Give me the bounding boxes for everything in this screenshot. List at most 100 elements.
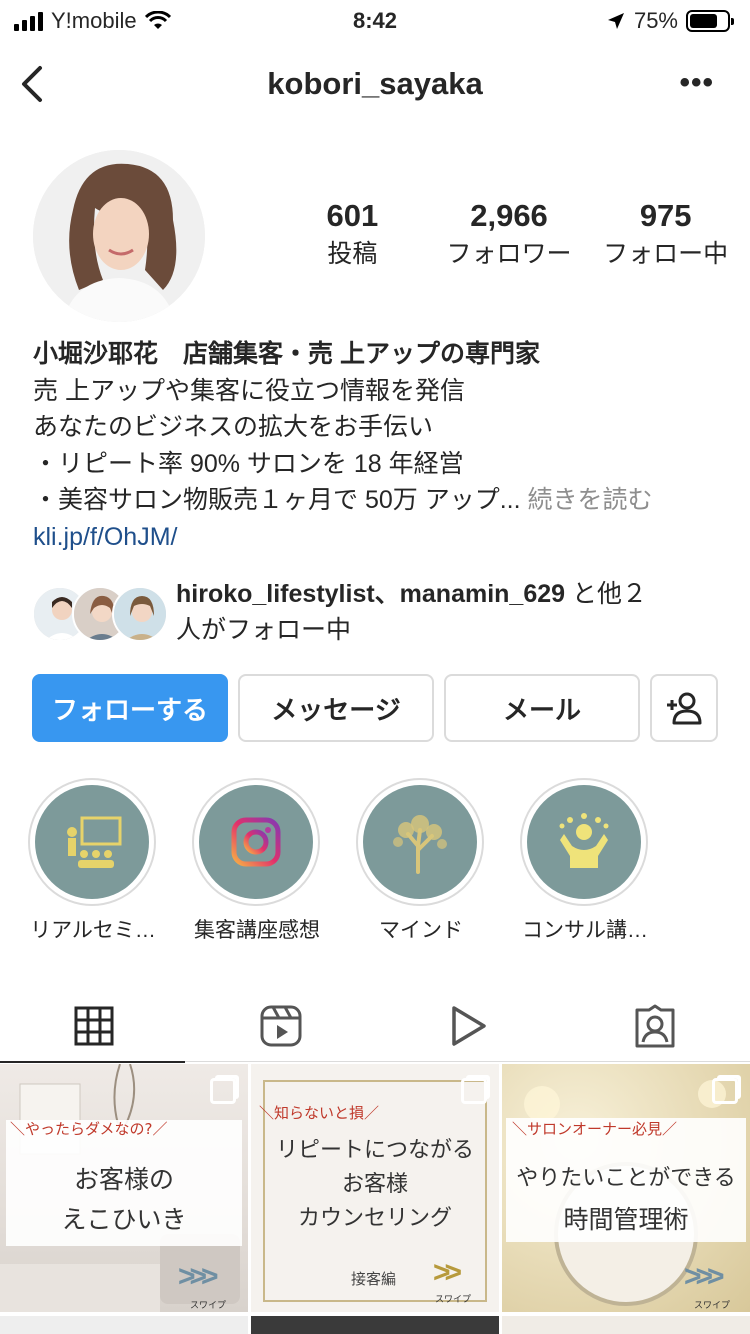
follow-button[interactable]: フォローする [32,674,228,742]
carousel-icon [712,1078,738,1104]
post-title: リピートにつながる [275,1138,474,1163]
mail-button[interactable]: メール [444,674,640,742]
highlight-ring [28,778,156,906]
highlight-label: コンサル講… [522,919,648,942]
swipe-label: スワイプ [435,1294,472,1304]
story-highlights: リアルセミ… 集客講座感想 マインド コンサル講… [28,778,750,948]
avatar[interactable] [33,150,205,322]
highlight-label: リアルセミ… [30,919,156,942]
stat-following-count: 975 [639,198,692,233]
bio-line: ・美容サロン物販売１ヶ月で 50万 アップ... [33,486,521,514]
swipe-arrows-icon: >>> [178,1260,218,1293]
reels-icon [260,1005,301,1047]
followed-by-rest: と他２ [565,580,647,608]
post-thumbnail-partial[interactable] [0,1316,248,1334]
more-options-icon[interactable]: ••• [679,66,714,100]
post-thumbnail-partial[interactable] [502,1316,750,1334]
post-caption-card: ＼サロンオーナー必見／ やりたいことができる 時間管理術 [506,1118,746,1242]
add-person-icon [667,692,702,725]
swipe-label: スワイプ [190,1300,227,1310]
highlight-item[interactable]: コンサル講… [520,778,650,944]
post-thumbnail-partial[interactable] [251,1316,499,1334]
message-button[interactable]: メッセージ [238,674,434,742]
bio-line: ・リピート率 90% サロンを 18 年経営 [33,449,464,478]
post-title: 時間管理術 [563,1205,689,1234]
post-tag: ＼知らないと損／ [259,1104,380,1122]
profile-link[interactable]: kli.jp/f/OhJM/ [33,519,733,556]
post-title: お客様 [341,1172,408,1197]
location-arrow-icon [607,13,624,29]
highlight-cover [35,785,149,899]
bio-line: 売 上アップや集客に役立つ情報を発信 [33,376,465,405]
bio-line: あなたのビジネスの拡大をお手伝い [33,413,434,441]
stat-posts[interactable]: 601 投稿 [274,196,431,272]
battery-percent: 75% [633,8,678,33]
highlight-item[interactable]: リアルセミ… [28,778,158,944]
swipe-arrows-icon: >> [433,1256,462,1289]
celebrate-icon [559,813,609,868]
profile-stats: 601 投稿 2,966 フォロワー 975 フォロー中 [274,196,744,272]
profile-name: 小堀沙耶花 店舗集客・売 上アップの専門家 [33,340,540,368]
highlight-cover [527,785,641,899]
status-right: 75% [606,8,734,34]
post-title: やりたいことができる [516,1166,736,1191]
highlight-label: マインド [379,919,463,942]
post-tag: ＼サロンオーナー必見／ [512,1120,678,1138]
instagram-icon [231,817,281,867]
profile-header: kobori_sayaka ••• [0,52,750,116]
tab-reels[interactable] [187,990,374,1062]
page-title: kobori_sayaka [267,66,483,101]
post-title: お客様の [73,1165,174,1194]
suggest-users-button[interactable] [650,674,718,742]
tab-videos[interactable] [374,990,561,1062]
status-bar: Y!mobile 8:42 75% [0,0,750,42]
profile-bio: 小堀沙耶花 店舗集客・売 上アップの専門家 売 上アップや集客に役立つ情報を発信… [33,336,733,555]
followed-by-users: hiroko_lifestylist、manamin_629 [176,580,566,608]
highlight-ring [192,778,320,906]
post-thumbnail[interactable]: ＼サロンオーナー必見／ やりたいことができる 時間管理術 >>> スワイプ [502,1064,750,1312]
stat-followers-label: フォロワー [446,240,572,268]
highlight-cover [199,785,313,899]
avatar [112,586,168,642]
battery-icon [686,10,734,32]
post-caption-card: リピートにつながる お客様 カウンセリング [265,1134,485,1236]
carousel-icon [461,1078,487,1104]
stat-followers-count: 2,966 [470,198,548,233]
highlight-cover [363,785,477,899]
followed-by-text: hiroko_lifestylist、manamin_629 と他２ 人がフォロ… [176,576,736,648]
profile-actions: フォローする メッセージ メール [32,674,718,742]
stat-posts-label: 投稿 [327,240,378,268]
read-more-link[interactable]: 続きを読む [521,486,652,514]
video-icon [451,1006,486,1046]
posts-grid: ＼やったらダメなの?／ お客様の えこひいき >>> スワイプ ＼知らないと損／… [0,1064,750,1334]
seminar-icon [67,816,122,868]
post-subtitle: 接客編 [351,1270,397,1288]
post-tag: ＼やったらダメなの?／ [10,1120,168,1138]
post-thumbnail[interactable]: ＼知らないと損／ リピートにつながる お客様 カウンセリング 接客編 >> スワ… [251,1064,499,1312]
post-title: えこひいき [61,1205,187,1234]
post-thumbnail[interactable]: ＼やったらダメなの?／ お客様の えこひいき >>> スワイプ [0,1064,248,1312]
post-caption-card: ＼やったらダメなの?／ お客様の えこひいき [6,1120,242,1246]
tab-tagged[interactable] [561,990,748,1062]
followed-by[interactable]: hiroko_lifestylist、manamin_629 と他２ 人がフォロ… [32,576,732,648]
highlight-item[interactable]: マインド [356,778,486,944]
post-title: カウンセリング [297,1206,452,1231]
follower-avatars [32,586,168,642]
followed-by-rest: 人がフォロー中 [176,616,352,644]
highlight-item[interactable]: 集客講座感想 [192,778,322,944]
stat-following[interactable]: 975 フォロー中 [587,196,744,272]
bio-line-last: ・美容サロン物販売１ヶ月で 50万 アップ... 続きを読む [33,482,733,519]
tree-icon [393,815,447,874]
tab-posts[interactable] [0,990,187,1063]
swipe-arrows-icon: >>> [684,1260,724,1293]
stat-following-label: フォロー中 [603,240,729,268]
highlight-label: 集客講座感想 [194,919,320,942]
grid-icon [74,1006,113,1046]
profile-tabs [0,990,750,1063]
carousel-icon [210,1078,236,1104]
swipe-label: スワイプ [694,1300,731,1310]
highlight-ring [356,778,484,906]
highlight-ring [520,778,648,906]
stat-followers[interactable]: 2,966 フォロワー [431,196,588,272]
tagged-icon [635,1004,674,1048]
